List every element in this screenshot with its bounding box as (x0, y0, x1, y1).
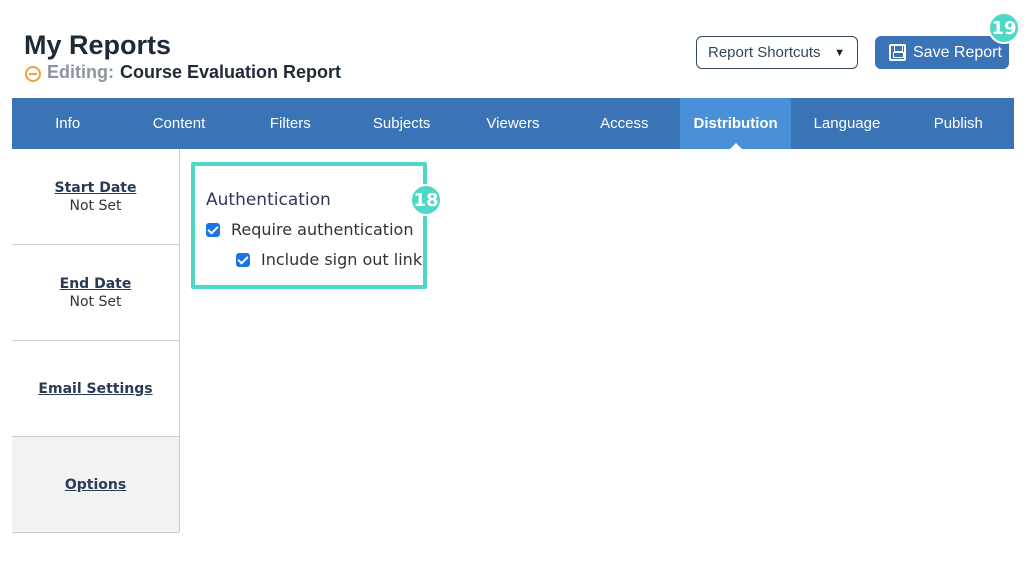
save-report-label: Save Report (913, 43, 1002, 61)
save-report-button[interactable]: Save Report (875, 36, 1009, 69)
floppy-disk-icon (889, 44, 906, 61)
report-shortcuts-dropdown[interactable]: Report Shortcuts ▼ (696, 36, 858, 69)
sidebar-item-start-date[interactable]: Start Date Not Set (12, 149, 179, 245)
sidebar-item-label[interactable]: Options (65, 477, 126, 493)
tab-content[interactable]: Content (123, 98, 234, 149)
include-sign-out-link-option[interactable]: Include sign out link (236, 250, 423, 269)
tab-access[interactable]: Access (569, 98, 680, 149)
require-authentication-checkbox[interactable] (206, 222, 220, 237)
include-sign-out-link-label[interactable]: Include sign out link (261, 250, 422, 269)
include-sign-out-link-checkbox[interactable] (236, 252, 250, 267)
sidebar-item-label[interactable]: Start Date (55, 180, 137, 196)
tab-viewers[interactable]: Viewers (457, 98, 568, 149)
editing-subtitle: Editing: Course Evaluation Report (25, 62, 341, 83)
editing-label: Editing: (47, 62, 114, 82)
step-badge-19: 19 (988, 12, 1020, 44)
require-authentication-label[interactable]: Require authentication (231, 220, 413, 239)
sidebar-item-label[interactable]: End Date (60, 276, 132, 292)
tab-bar: Info Content Filters Subjects Viewers Ac… (12, 98, 1014, 149)
sidebar-item-value: Not Set (69, 293, 122, 310)
tab-subjects[interactable]: Subjects (346, 98, 457, 149)
report-name: Course Evaluation Report (119, 62, 342, 82)
report-shortcuts-label: Report Shortcuts (708, 44, 821, 61)
tab-distribution[interactable]: Distribution (679, 98, 792, 149)
tab-publish[interactable]: Publish (903, 98, 1014, 149)
sidebar-item-options[interactable]: Options (12, 437, 179, 533)
distribution-sidebar: Start Date Not Set End Date Not Set Emai… (12, 149, 180, 533)
editing-status-icon (25, 65, 41, 82)
page-title: My Reports (24, 30, 172, 60)
authentication-section: Authentication Require authentication In… (191, 162, 427, 289)
sidebar-item-value: Not Set (69, 197, 122, 214)
sidebar-item-email-settings[interactable]: Email Settings (12, 341, 179, 437)
tab-filters[interactable]: Filters (235, 98, 346, 149)
authentication-heading: Authentication (206, 190, 331, 210)
sidebar-item-end-date[interactable]: End Date Not Set (12, 245, 179, 341)
tab-info[interactable]: Info (12, 98, 123, 149)
require-authentication-option[interactable]: Require authentication (206, 220, 423, 239)
step-badge-18: 18 (410, 184, 442, 216)
dropdown-caret-icon: ▼ (834, 47, 845, 59)
tab-language[interactable]: Language (791, 98, 902, 149)
sidebar-item-label[interactable]: Email Settings (38, 381, 152, 397)
